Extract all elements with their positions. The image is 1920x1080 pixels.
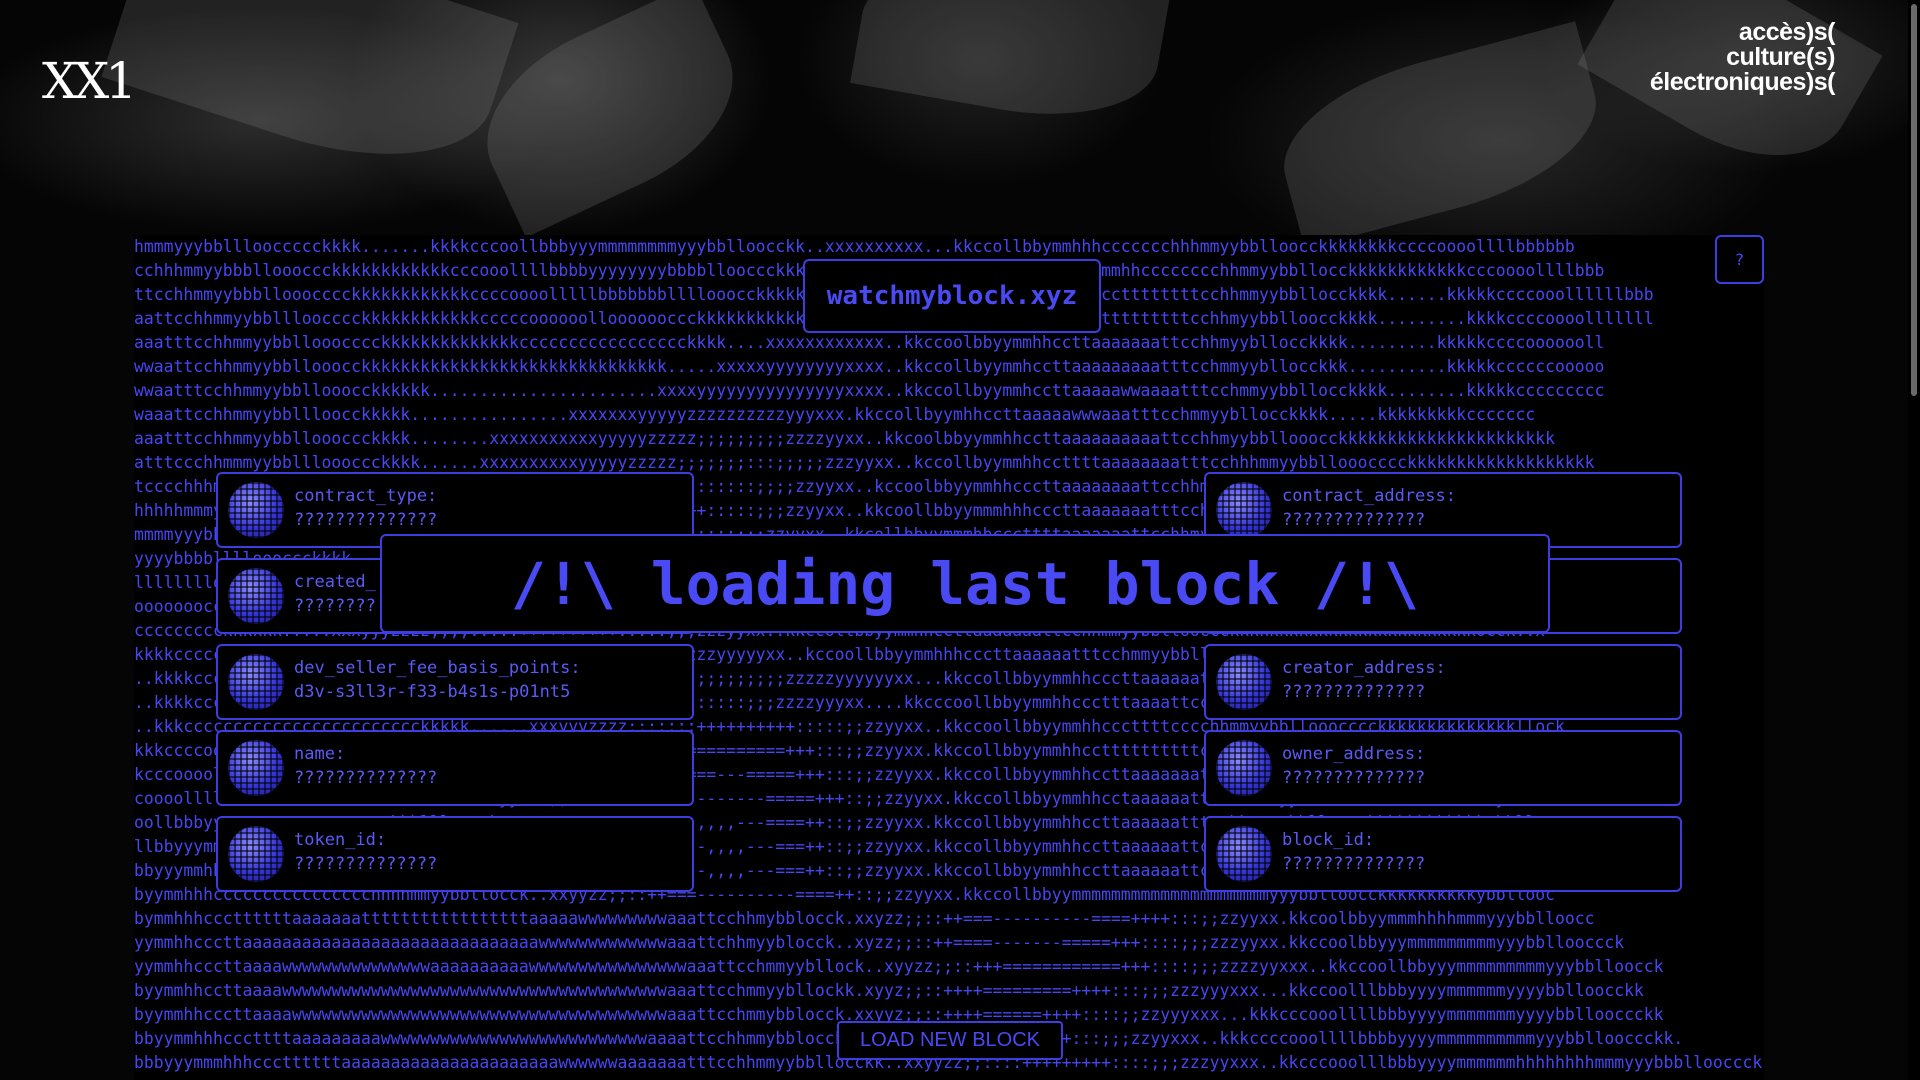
tagline-line-2: culture(s) bbox=[1726, 43, 1835, 71]
card-value: ?????????????? bbox=[294, 854, 438, 874]
card-token-id: token_id: ?????????????? bbox=[216, 816, 694, 892]
scrollbar[interactable] bbox=[1908, 0, 1920, 1080]
card-key: owner_address: bbox=[1282, 744, 1426, 764]
globe-icon bbox=[228, 654, 284, 710]
globe-icon bbox=[228, 482, 284, 538]
card-value: ?????????????? bbox=[1282, 854, 1426, 874]
card-dev-seller-fee: dev_seller_fee_basis_points: d3v-s3ll3r-… bbox=[216, 644, 694, 720]
globe-icon bbox=[228, 740, 284, 796]
ascii-line: aaatttcchhmmyybblloooccckkkk........xxxx… bbox=[134, 429, 1555, 448]
card-value: ?????????????? bbox=[294, 768, 438, 788]
card-value: ?????????????? bbox=[1282, 510, 1426, 530]
card-key: dev_seller_fee_basis_points: bbox=[294, 658, 581, 678]
card-key: contract_type: bbox=[294, 486, 438, 506]
card-owner-address: owner_address: ?????????????? bbox=[1204, 730, 1682, 806]
card-value: ?????????????? bbox=[1282, 682, 1426, 702]
card-key: block_id: bbox=[1282, 830, 1375, 850]
card-key: name: bbox=[294, 744, 346, 764]
card-key: creator_address: bbox=[1282, 658, 1446, 678]
ascii-line: aaatttcchhmmyybbllooocccckkkkkkkkkkkkkkc… bbox=[134, 333, 1605, 352]
card-creator-address: creator_address: ?????????????? bbox=[1204, 644, 1682, 720]
ascii-line: wwaattcchhmmyybbllooocckkkkkkkkkkkkkkkkk… bbox=[134, 357, 1605, 376]
ascii-line: yymmhhcccttaaaaaaaaaaaaaaaaaaaaaaaaaaaaa… bbox=[134, 933, 1625, 952]
card-key: contract_address: bbox=[1282, 486, 1456, 506]
ascii-line: byymmhhccttaaaawwwwwwwwwwwwwwwwwwwwwwwww… bbox=[134, 981, 1644, 1000]
ascii-line: hmmmyyybblllooccccckkkk.......kkkkcccool… bbox=[134, 237, 1575, 256]
site-title-box: watchmyblock.xyz bbox=[803, 259, 1101, 333]
card-value: ?????????????? bbox=[294, 510, 438, 530]
loading-banner: /!\ loading last block /!\ bbox=[380, 534, 1550, 633]
card-value: d3v-s3ll3r-f33-b4s1s-p01nt5 bbox=[294, 682, 571, 702]
globe-icon bbox=[1216, 826, 1272, 882]
card-key: created_ bbox=[294, 572, 376, 592]
ascii-line: waaattcchhmmyybbllloocckkkkk............… bbox=[134, 405, 1536, 424]
globe-icon bbox=[1216, 482, 1272, 538]
ascii-line: bymmhhhcccttttttaaaaaaattttttttttttttttt… bbox=[134, 909, 1595, 928]
globe-icon bbox=[228, 826, 284, 882]
help-button[interactable]: ? bbox=[1715, 235, 1764, 284]
card-value: ???????? bbox=[294, 596, 376, 616]
site-logo[interactable]: XX1 bbox=[42, 52, 137, 110]
ascii-line: yymmhhcccttaaaawwwwwwwwwwwwwwwaaaaaaaaaa… bbox=[134, 957, 1664, 976]
card-block-id: block_id: ?????????????? bbox=[1204, 816, 1682, 892]
scrollbar-thumb[interactable] bbox=[1911, 4, 1917, 396]
tagline-line-1: accès)s( bbox=[1738, 18, 1836, 46]
tagline: accès)s( culture(s) électroniques)s( bbox=[1649, 18, 1836, 96]
globe-icon bbox=[1216, 654, 1272, 710]
card-value: ?????????????? bbox=[1282, 768, 1426, 788]
ascii-line: wwaatttcchhmmyybbllooocckkkkkk..........… bbox=[134, 381, 1605, 400]
tagline-line-3: électroniques)s( bbox=[1649, 68, 1836, 96]
card-key: token_id: bbox=[294, 830, 387, 850]
globe-icon bbox=[228, 568, 284, 624]
card-name: name: ?????????????? bbox=[216, 730, 694, 806]
load-new-block-button[interactable]: LOAD NEW BLOCK bbox=[837, 1021, 1063, 1060]
globe-icon bbox=[1216, 740, 1272, 796]
